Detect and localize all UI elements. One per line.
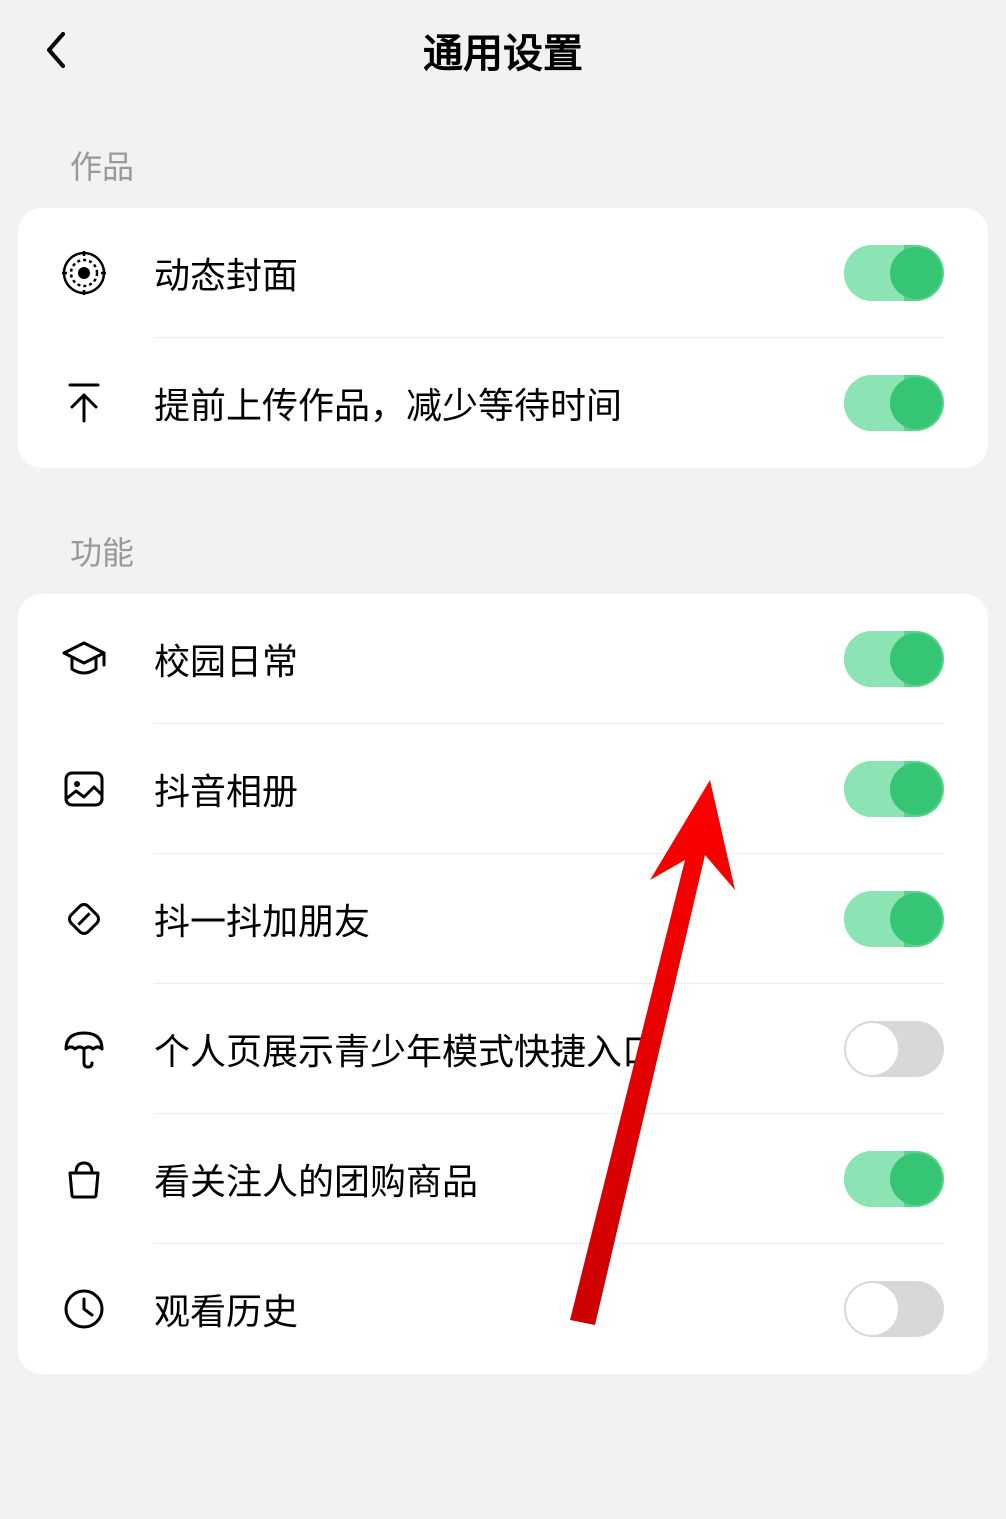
row-label: 看关注人的团购商品 <box>154 1153 844 1205</box>
graduation-cap-icon <box>62 637 106 681</box>
row-preupload: 提前上传作品，减少等待时间 <box>18 338 988 468</box>
page-title: 通用设置 <box>423 21 583 79</box>
toggle-album[interactable] <box>844 761 944 817</box>
target-icon <box>62 251 106 295</box>
row-label: 抖音相册 <box>154 763 844 815</box>
features-card: 校园日常 抖音相册 抖一抖加朋友 <box>18 594 988 1374</box>
section-label-works: 作品 <box>0 100 1006 208</box>
upload-icon <box>62 381 106 425</box>
umbrella-icon <box>62 1027 106 1071</box>
shake-icon <box>62 897 106 941</box>
back-button[interactable] <box>35 30 75 70</box>
row-label: 抖一抖加朋友 <box>154 893 844 945</box>
row-shake: 抖一抖加朋友 <box>18 854 988 984</box>
toggle-preupload[interactable] <box>844 375 944 431</box>
row-group-buy: 看关注人的团购商品 <box>18 1114 988 1244</box>
row-label: 提前上传作品，减少等待时间 <box>154 377 844 429</box>
toggle-group-buy[interactable] <box>844 1151 944 1207</box>
row-label: 动态封面 <box>154 247 844 299</box>
toggle-watch-history[interactable] <box>844 1281 944 1337</box>
toggle-shake[interactable] <box>844 891 944 947</box>
photo-icon <box>62 767 106 811</box>
shopping-bag-icon <box>62 1157 106 1201</box>
toggle-teen-mode[interactable] <box>844 1021 944 1077</box>
row-album: 抖音相册 <box>18 724 988 854</box>
row-campus: 校园日常 <box>18 594 988 724</box>
works-card: 动态封面 提前上传作品，减少等待时间 <box>18 208 988 468</box>
chevron-left-icon <box>42 30 68 70</box>
clock-icon <box>62 1287 106 1331</box>
toggle-dynamic-cover[interactable] <box>844 245 944 301</box>
header: 通用设置 <box>0 0 1006 100</box>
row-dynamic-cover: 动态封面 <box>18 208 988 338</box>
section-label-features: 功能 <box>0 486 1006 594</box>
row-label: 个人页展示青少年模式快捷入口 <box>154 1023 844 1075</box>
row-watch-history: 观看历史 <box>18 1244 988 1374</box>
toggle-campus[interactable] <box>844 631 944 687</box>
row-label: 校园日常 <box>154 633 844 685</box>
row-label: 观看历史 <box>154 1283 844 1335</box>
row-teen-mode: 个人页展示青少年模式快捷入口 <box>18 984 988 1114</box>
